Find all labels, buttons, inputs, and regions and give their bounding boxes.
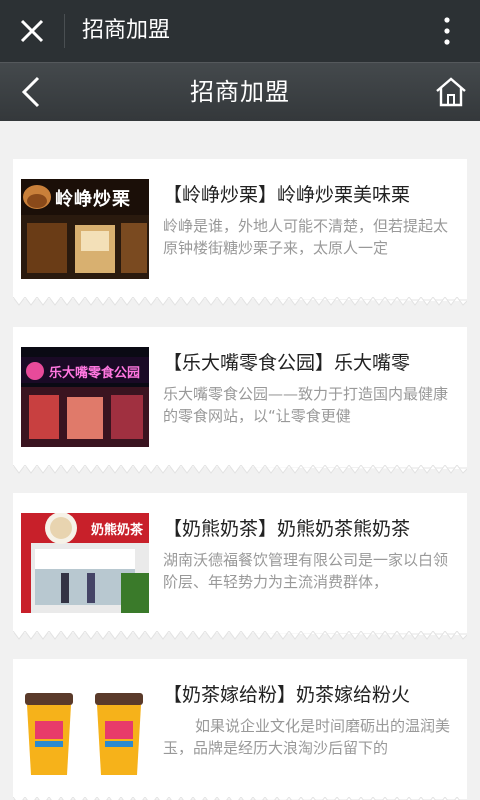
more-icon[interactable]	[444, 16, 450, 46]
item-description: 湖南沃德福餐饮管理有限公司是一家以白领阶层、年轻势力为主流消费群体，	[163, 551, 449, 591]
card-zigzag-edge	[13, 465, 467, 474]
list-item[interactable]: 岭峥炒栗 【岭峥炒栗】岭峥炒栗美味栗 岭峥是谁，外地人可能不清楚，但若提起太原钟…	[13, 159, 467, 306]
item-thumbnail: 岭峥炒栗	[21, 179, 149, 279]
franchise-list: 岭峥炒栗 【岭峥炒栗】岭峥炒栗美味栗 岭峥是谁，外地人可能不清楚，但若提起太原钟…	[0, 121, 480, 800]
item-description: 岭峥是谁，外地人可能不清楚，但若提起太原钟楼街糖炒栗子来，太原人一定	[163, 217, 449, 257]
list-item[interactable]: 奶熊奶茶 【奶熊奶茶】奶熊奶茶熊奶茶 湖南沃德福餐饮管理有限公司是一家以白领阶层…	[13, 493, 467, 640]
page-navbar: 招商加盟	[0, 62, 480, 121]
item-description: 如果说企业文化是时间磨砺出的温润美玉，品牌是经历大浪淘沙后留下的	[163, 717, 451, 757]
list-item[interactable]: 【奶茶嫁给粉】奶茶嫁给粉火 如果说企业文化是时间磨砺出的温润美玉，品牌是经历大浪…	[13, 659, 467, 800]
card-zigzag-edge	[13, 631, 467, 640]
close-icon[interactable]	[18, 17, 46, 45]
item-thumbnail: 乐大嘴零食公园	[21, 347, 149, 447]
thumbnail-sign-text: 岭峥炒栗	[55, 189, 131, 210]
page-title: 招商加盟	[190, 78, 290, 106]
card-zigzag-edge	[13, 297, 467, 306]
item-title: 【奶茶嫁给粉】奶茶嫁给粉火	[163, 684, 411, 706]
wechat-topbar: 招商加盟	[0, 0, 480, 62]
thumbnail-sign-text: 奶熊奶茶	[91, 523, 144, 538]
item-thumbnail: 奶熊奶茶	[21, 513, 149, 613]
home-icon[interactable]	[434, 76, 468, 108]
item-description: 乐大嘴零食公园——致力于打造国内最健康的零食网站，以“让零食更健	[163, 385, 449, 425]
item-title: 【奶熊奶茶】奶熊奶茶熊奶茶	[163, 518, 411, 540]
list-item[interactable]: 乐大嘴零食公园 【乐大嘴零食公园】乐大嘴零 乐大嘴零食公园——致力于打造国内最健…	[13, 327, 467, 474]
item-title: 【乐大嘴零食公园】乐大嘴零	[163, 352, 411, 374]
window-title: 招商加盟	[82, 18, 171, 43]
item-thumbnail	[21, 679, 149, 779]
thumbnail-sign-text: 乐大嘴零食公园	[49, 366, 141, 381]
topbar-divider	[64, 14, 65, 48]
item-title: 【岭峥炒栗】岭峥炒栗美味栗	[163, 184, 411, 206]
